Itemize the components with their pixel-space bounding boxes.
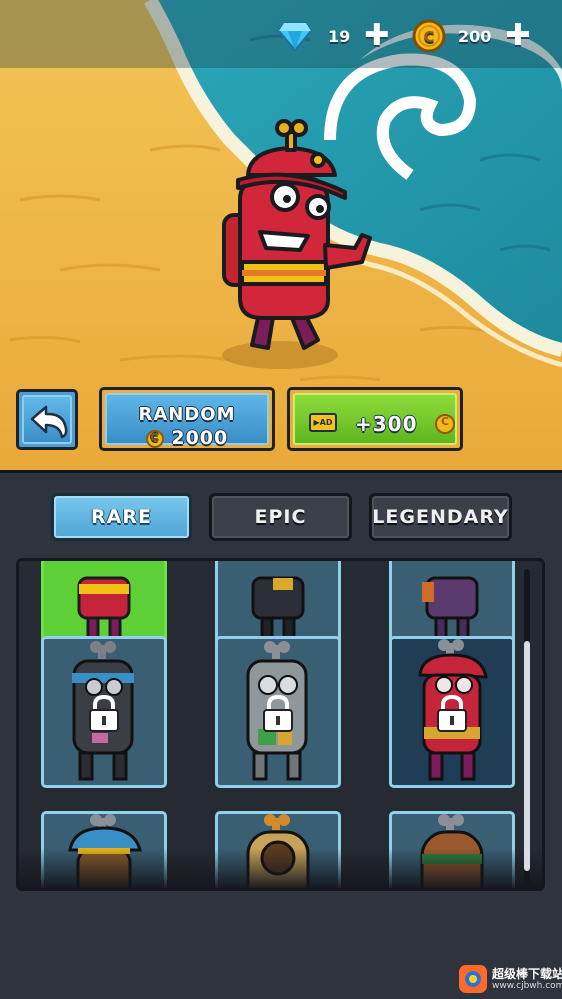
random-unlock-button[interactable]: RANDOM 2000 [99,387,275,451]
random-price: 2000 [107,427,267,449]
character-preview-scene: 19 ✚ C 200 ✚ RANDOM 2000 ▶AD [0,0,562,470]
lock-icon [437,695,467,732]
back-arrow-icon [30,405,68,439]
grid-scrollbar-thumb[interactable] [524,641,530,871]
grid-bottom-fade [19,848,542,888]
character-card-5[interactable] [215,636,341,788]
tab-epic[interactable]: EPIC [209,493,352,541]
lock-icon [89,695,119,732]
coin-count: 200 [458,26,492,46]
tab-legendary[interactable]: LEGENDARY [369,493,512,541]
svg-text:C: C [423,28,434,46]
lock-icon [263,695,293,732]
video-ad-icon: ▶AD [309,413,337,432]
gem-count: 19 [328,26,351,46]
watermark-url: www.cjbwh.com [492,980,562,991]
add-gems-button[interactable]: ✚ [364,21,389,51]
back-button[interactable] [16,389,78,450]
character-card-6[interactable] [389,636,515,788]
coin-icon [145,429,164,448]
add-coins-button[interactable]: ✚ [505,21,530,51]
coin-icon: C [412,19,446,53]
coin-icon [435,414,455,434]
character-grid [16,558,545,891]
gem-counter: 19 ✚ [278,20,389,52]
watermark-logo [459,965,487,993]
character-shadow [222,341,338,369]
beach-background [0,0,562,470]
diamond-icon [278,22,312,51]
random-label: RANDOM [138,404,236,425]
watch-ad-reward-button[interactable]: ▶AD +300 [287,387,463,451]
character-card-4[interactable] [41,636,167,788]
random-cost: 2000 [171,427,229,449]
tab-rare[interactable]: RARE [51,493,192,541]
ad-reward-amount: +300 [355,412,418,436]
site-watermark: 超级棒下载站 www.cjbwh.com [458,964,562,994]
watermark-name: 超级棒下载站 [492,966,562,981]
coin-counter: C 200 ✚ [412,19,531,53]
